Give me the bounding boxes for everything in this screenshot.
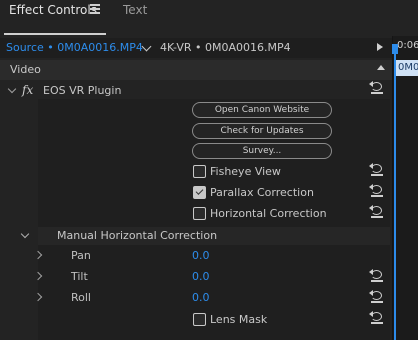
- fisheye-view-checkbox[interactable]: [193, 165, 206, 178]
- lens-mask-checkbox[interactable]: [193, 313, 206, 326]
- horizontal-correction-checkbox[interactable]: [193, 207, 206, 220]
- play-icon[interactable]: [377, 43, 383, 51]
- manual-horizontal-correction-label: Manual Horizontal Correction: [57, 229, 218, 242]
- reset-icon[interactable]: [369, 205, 384, 218]
- reset-icon[interactable]: [369, 290, 384, 303]
- parallax-correction-label: Parallax Correction: [210, 186, 314, 199]
- video-section-label: Video: [10, 63, 41, 76]
- roll-label: Roll: [71, 291, 91, 304]
- roll-value[interactable]: 0.0: [192, 291, 210, 304]
- source-clip-link[interactable]: Source • 0M0A0016.MP4: [6, 41, 143, 54]
- timeline-clip-label: 0M0A: [398, 62, 418, 73]
- open-canon-website-button[interactable]: Open Canon Website: [192, 102, 332, 118]
- tab-text[interactable]: Text: [123, 3, 147, 17]
- tilt-label: Tilt: [71, 270, 88, 283]
- chevron-up-icon[interactable]: [377, 65, 385, 70]
- chevron-down-icon[interactable]: [20, 229, 30, 239]
- playhead-line[interactable]: [394, 54, 396, 340]
- plugin-name: EOS VR Plugin: [43, 84, 122, 97]
- reset-icon[interactable]: [369, 81, 384, 94]
- tilt-value[interactable]: 0.0: [192, 270, 210, 283]
- pan-label: Pan: [71, 249, 91, 262]
- active-tab-indicator: [4, 33, 106, 35]
- fisheye-view-label: Fisheye View: [210, 165, 281, 178]
- fx-icon[interactable]: fx: [22, 83, 33, 97]
- reset-icon[interactable]: [369, 184, 384, 197]
- menu-icon[interactable]: [90, 4, 100, 14]
- lens-mask-label: Lens Mask: [210, 313, 268, 326]
- check-for-updates-button[interactable]: Check for Updates: [192, 123, 332, 139]
- chevron-down-icon[interactable]: [7, 84, 17, 94]
- survey-button[interactable]: Survey...: [192, 143, 332, 159]
- tab-effect-controls[interactable]: Effect Controls: [9, 3, 97, 17]
- horizontal-correction-label: Horizontal Correction: [210, 207, 327, 220]
- playhead-handle[interactable]: [392, 44, 398, 54]
- video-section-header[interactable]: [0, 60, 392, 80]
- pan-value[interactable]: 0.0: [192, 249, 210, 262]
- reset-icon[interactable]: [369, 163, 384, 176]
- reset-icon[interactable]: [369, 269, 384, 282]
- reset-icon[interactable]: [369, 311, 384, 324]
- timeline-timecode: 0:06: [397, 40, 418, 51]
- sequence-clip-label[interactable]: 4K-VR • 0M0A0016.MP4: [160, 41, 291, 54]
